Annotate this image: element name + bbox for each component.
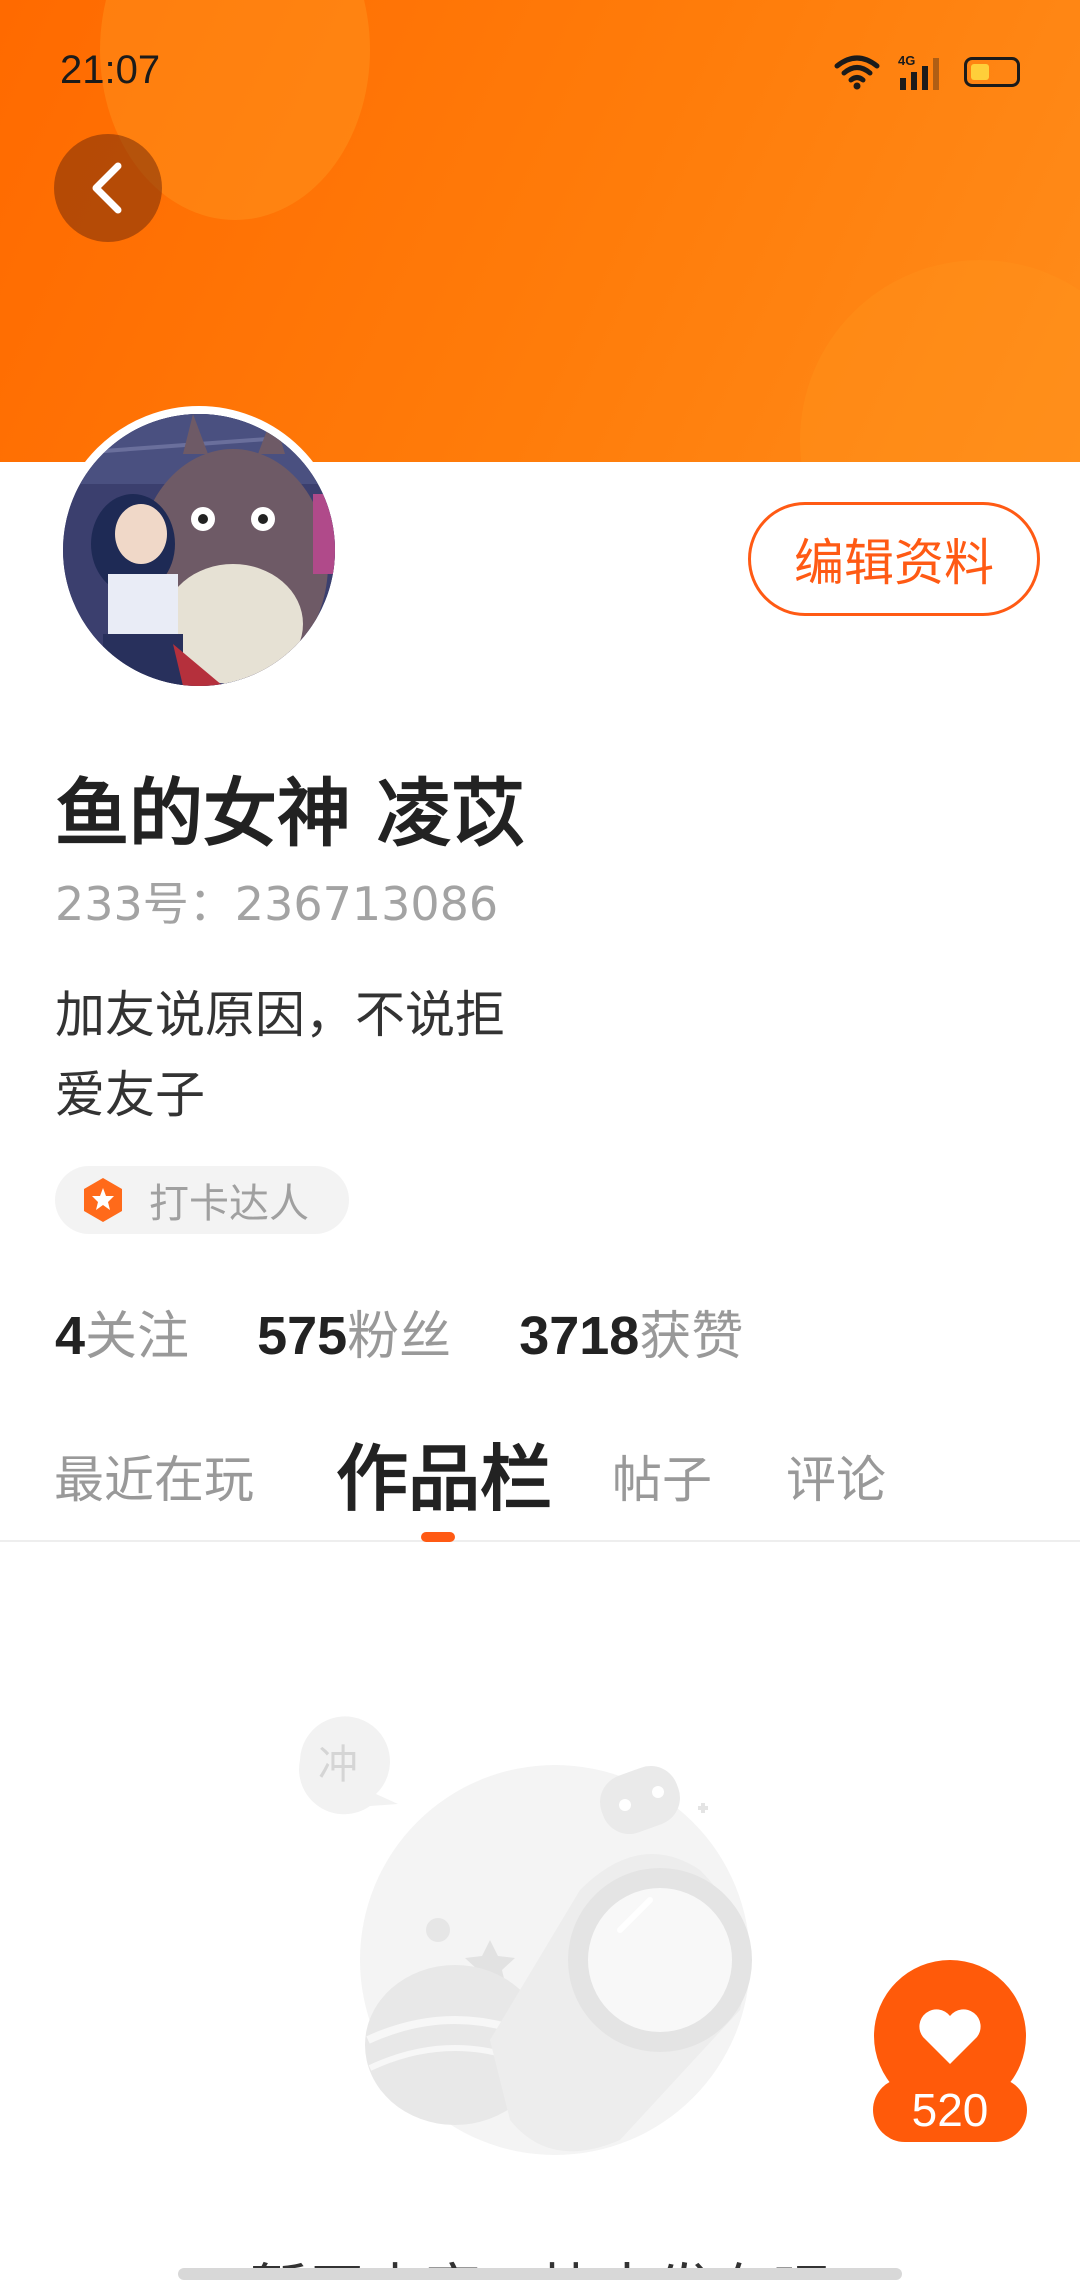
gesture-bar — [178, 2268, 902, 2280]
heart-icon — [919, 2009, 981, 2064]
tab-comments[interactable]: 评论 — [786, 1440, 886, 1512]
like-count: 520 — [873, 2078, 1027, 2142]
tab-works[interactable]: 作品栏 — [336, 1420, 552, 1525]
bio: 加友说原因，不说拒 爱友子 — [55, 975, 575, 1135]
stat-followers[interactable]: 575 粉丝 — [257, 1294, 451, 1369]
stat-label: 关注 — [85, 1307, 190, 1367]
stat-label: 粉丝 — [347, 1307, 452, 1367]
status-icons: 4G — [834, 52, 1020, 92]
stats-row: 4 关注 575 粉丝 3718 获赞 — [55, 1294, 743, 1369]
stat-following[interactable]: 4 关注 — [55, 1294, 189, 1369]
edit-profile-button[interactable]: 编辑资料 — [748, 502, 1040, 616]
profile-tabs: 最近在玩 作品栏 帖子 评论 — [0, 1420, 1080, 1542]
achievement-badge[interactable]: 打卡达人 — [55, 1166, 349, 1234]
avatar[interactable] — [55, 406, 343, 694]
badge-label: 打卡达人 — [149, 1181, 309, 1227]
avatar-illustration — [63, 414, 335, 686]
battery-icon — [964, 57, 1020, 87]
bio-line: 爱友子 — [55, 1066, 205, 1124]
stat-number: 3718 — [519, 1306, 640, 1366]
active-tab-indicator — [421, 1532, 455, 1542]
account-id: 233号：236713086 — [55, 877, 499, 931]
cellular-signal-icon: 4G — [898, 53, 939, 90]
wifi-icon — [834, 55, 880, 90]
stat-number: 575 — [257, 1306, 348, 1366]
tab-recently-played[interactable]: 最近在玩 — [54, 1440, 254, 1512]
svg-text:4G: 4G — [898, 53, 915, 68]
bio-line: 加友说原因，不说拒 — [55, 986, 505, 1044]
badge-icon — [84, 1178, 122, 1222]
back-button[interactable] — [54, 134, 162, 242]
username: 鱼的女神 凌苡 — [55, 771, 525, 857]
svg-text:冲: 冲 — [318, 1742, 358, 1788]
stat-label: 获赞 — [639, 1307, 744, 1367]
chevron-left-icon — [92, 162, 122, 214]
stat-number: 4 — [55, 1306, 86, 1366]
empty-state-illustration: 冲 — [299, 1716, 752, 2155]
stat-likes[interactable]: 3718 获赞 — [519, 1294, 743, 1369]
tab-posts[interactable]: 帖子 — [612, 1440, 712, 1512]
status-time: 21:07 — [60, 48, 161, 92]
